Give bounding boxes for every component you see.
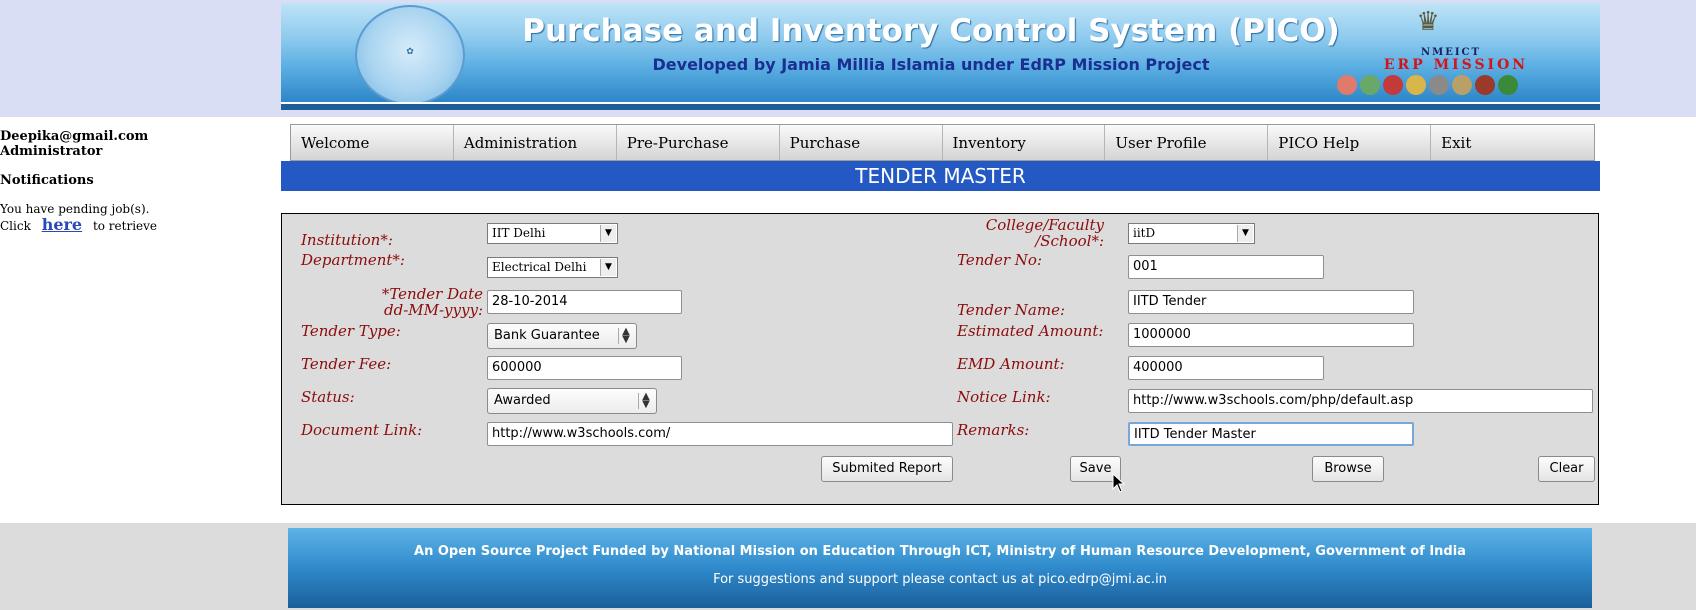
mouse-pointer-icon: [1112, 473, 1126, 493]
partner-logos: [1337, 75, 1537, 97]
partner-logo-icon: [1406, 75, 1426, 95]
tender-no-input[interactable]: 001: [1128, 255, 1324, 279]
pending-jobs-message: You have pending job(s). Click here to r…: [0, 201, 270, 234]
tender-no-label: Tender No:: [957, 251, 1043, 269]
app-title: Purchase and Inventory Control System (P…: [522, 13, 1340, 49]
remarks-label: Remarks:: [957, 421, 1030, 439]
partner-logo-icon: [1475, 75, 1495, 95]
pending-text: You have pending job(s).: [0, 202, 150, 216]
status-label: Status:: [301, 388, 355, 406]
remarks-input[interactable]: IITD Tender Master: [1128, 422, 1414, 446]
page-title: TENDER MASTER: [281, 161, 1600, 191]
department-select[interactable]: Electrical Delhi ▼: [487, 257, 618, 278]
tender-fee-label: Tender Fee:: [301, 355, 392, 373]
menu-item-pico-help[interactable]: PICO Help: [1268, 125, 1432, 160]
tender-form: Institution*: IIT Delhi ▼ College/Facult…: [281, 213, 1599, 505]
header-divider-bar: [281, 104, 1600, 110]
document-link-label: Document Link:: [301, 421, 423, 439]
tender-type-value: Bank Guarantee: [494, 328, 600, 343]
clear-button[interactable]: Clear: [1538, 456, 1595, 482]
partner-logo-icon: [1360, 75, 1380, 95]
partner-logo-icon: [1452, 75, 1472, 95]
partner-logo-icon: [1383, 75, 1403, 95]
menu-item-pre-purchase[interactable]: Pre-Purchase: [617, 125, 780, 160]
tender-name-input[interactable]: IITD Tender: [1128, 290, 1414, 314]
notice-link-input[interactable]: http://www.w3schools.com/php/default.asp: [1128, 389, 1593, 413]
partner-logo-icon: [1498, 75, 1518, 95]
institution-select-value: IIT Delhi: [492, 226, 546, 240]
user-role: Administrator: [0, 144, 103, 159]
document-link-input[interactable]: http://www.w3schools.com/: [487, 422, 953, 446]
tender-fee-input[interactable]: 600000: [487, 356, 682, 380]
footer-contact-text: For suggestions and support please conta…: [713, 572, 1167, 587]
menu-item-exit[interactable]: Exit: [1431, 125, 1594, 160]
tender-date-label: *Tender Date dd-MM-yyyy:: [381, 285, 483, 319]
emd-amount-input[interactable]: 400000: [1128, 356, 1324, 380]
college-label: College/Faculty /School*:: [985, 216, 1104, 250]
tender-type-label: Tender Type:: [301, 322, 401, 340]
notifications-heading: Notifications: [0, 173, 94, 188]
menu-item-administration[interactable]: Administration: [454, 125, 617, 160]
department-label: Department*:: [301, 251, 405, 269]
institution-label: Institution*:: [301, 231, 393, 249]
college-select[interactable]: iitD ▼: [1128, 223, 1255, 244]
submitted-report-button[interactable]: Submited Report: [821, 456, 953, 482]
footer-funding-text: An Open Source Project Funded by Nationa…: [414, 544, 1466, 559]
emd-amount-label: EMD Amount:: [957, 355, 1065, 373]
college-select-value: iitD: [1133, 226, 1156, 240]
jmi-seal-icon: ✿: [355, 5, 465, 102]
institution-select[interactable]: IIT Delhi ▼: [487, 223, 618, 244]
erp-mission-label: ERP MISSION: [1383, 57, 1529, 73]
main-menu: Welcome Administration Pre-Purchase Purc…: [290, 124, 1595, 161]
chevron-down-icon: ▼: [600, 259, 616, 276]
partner-logo-icon: [1429, 75, 1449, 95]
user-email: Deepika@gmail.com: [0, 129, 149, 144]
status-select[interactable]: Awarded ▲ ▼: [487, 388, 657, 414]
click-text: Click: [0, 219, 31, 233]
tender-name-label: Tender Name:: [957, 301, 1066, 319]
menu-item-inventory[interactable]: Inventory: [943, 125, 1106, 160]
user-panel: Deepika@gmail.com Administrator Notifica…: [0, 129, 270, 234]
menu-item-purchase[interactable]: Purchase: [780, 125, 943, 160]
tender-date-input[interactable]: 28-10-2014: [487, 290, 682, 314]
department-select-value: Electrical Delhi: [492, 260, 587, 274]
estimated-amount-label: Estimated Amount:: [957, 322, 1104, 340]
header-banner: ✿ Purchase and Inventory Control System …: [281, 3, 1600, 102]
up-down-arrows-icon: ▲ ▼: [618, 327, 633, 345]
browse-button[interactable]: Browse: [1312, 456, 1384, 482]
estimated-amount-input[interactable]: 1000000: [1128, 323, 1414, 347]
chevron-down-icon: ▼: [600, 225, 616, 242]
menu-item-user-profile[interactable]: User Profile: [1105, 125, 1269, 160]
app-subtitle: Developed by Jamia Millia Islamia under …: [652, 55, 1210, 74]
footer: An Open Source Project Funded by Nationa…: [288, 528, 1592, 608]
notice-link-label: Notice Link:: [957, 388, 1051, 406]
national-emblem-icon: ♛: [1416, 7, 1440, 37]
retrieve-link[interactable]: here: [35, 215, 89, 234]
partner-logo-icon: [1337, 75, 1357, 95]
up-down-arrows-icon: ▲ ▼: [638, 392, 653, 410]
menu-item-welcome[interactable]: Welcome: [291, 125, 454, 160]
status-value: Awarded: [494, 393, 551, 408]
chevron-down-icon: ▼: [1237, 225, 1253, 242]
retrieve-text: to retrieve: [92, 219, 158, 233]
tender-type-select[interactable]: Bank Guarantee ▲ ▼: [487, 323, 637, 349]
